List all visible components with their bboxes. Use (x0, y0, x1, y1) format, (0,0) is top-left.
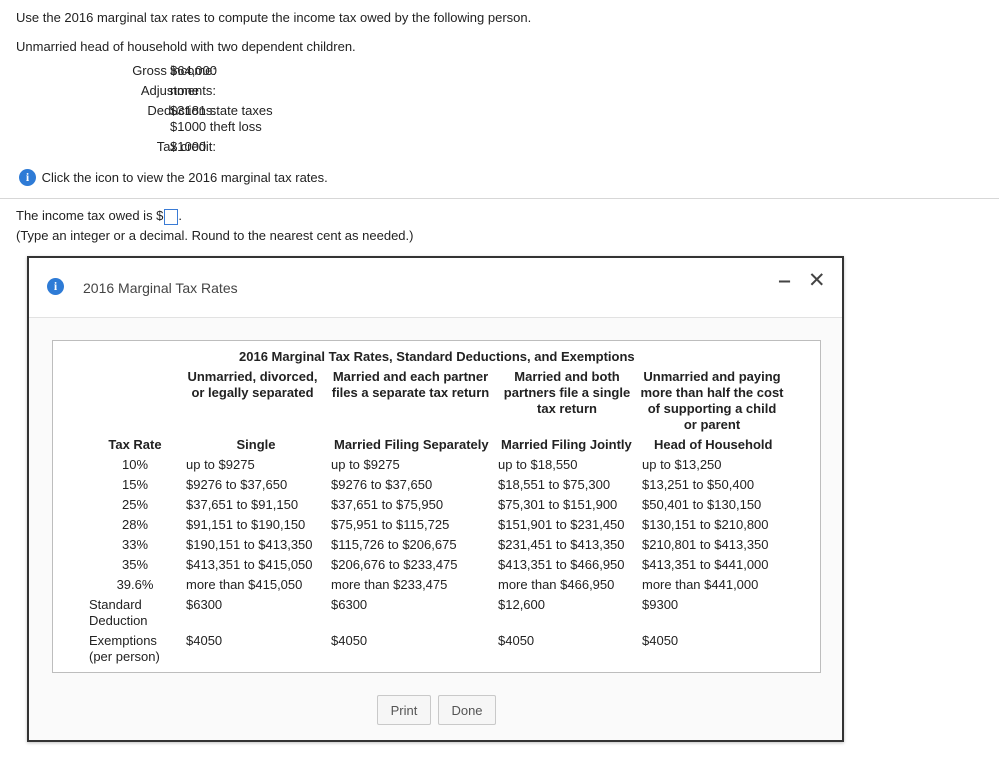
joint-cell: $75,301 to $151,900 (498, 497, 618, 512)
joint-cell: $151,901 to $231,450 (498, 517, 625, 532)
group-header-joint-1: Married and both (514, 369, 620, 384)
hoh-cell: up to $13,250 (642, 457, 722, 472)
single-cell: $9276 to $37,650 (186, 477, 288, 492)
rate-cell: 39.6% (116, 577, 154, 592)
col-header-single: Single (236, 437, 276, 452)
single-cell: $190,151 to $413,350 (186, 537, 313, 552)
hoh-cell: $413,351 to $441,000 (642, 557, 769, 572)
answer-prefix: The income tax owed is $ (16, 208, 164, 223)
hoh-cell: $13,251 to $50,400 (642, 477, 755, 492)
separate-cell: $115,726 to $206,675 (331, 537, 457, 552)
group-header-joint-3: tax return (537, 401, 597, 416)
tax-rates-table: 2016 Marginal Tax Rates, Standard Deduct… (52, 340, 821, 673)
group-header-hoh-1: Unmarried and paying (643, 369, 781, 384)
answer-hint: (Type an integer or a decimal. Round to … (16, 228, 414, 243)
separate-cell: $6300 (331, 597, 368, 612)
answer-suffix: . (178, 208, 183, 223)
group-header-single-1: Unmarried, divorced, (187, 369, 318, 384)
single-cell: $91,151 to $190,150 (186, 517, 306, 532)
hoh-cell: more than $441,000 (642, 577, 759, 592)
separate-cell: $4050 (331, 633, 368, 648)
hoh-cell: $50,401 to $130,150 (642, 497, 762, 512)
group-header-hoh-4: or parent (683, 417, 741, 432)
hoh-cell: $9300 (642, 597, 679, 612)
single-cell: up to $9275 (186, 457, 255, 472)
separate-cell: up to $9275 (331, 457, 400, 472)
joint-cell: $12,600 (498, 597, 545, 612)
joint-cell: $413,351 to $466,950 (498, 557, 625, 572)
deductions-value-1: $3181 state taxes (170, 103, 273, 118)
minimize-icon[interactable]: ‒ (779, 270, 790, 293)
hoh-cell: $130,151 to $210,800 (642, 517, 769, 532)
rate-cell: 35% (121, 557, 149, 572)
dialog-title: 2016 Marginal Tax Rates (83, 280, 238, 296)
col-header-tax-rate: Tax Rate (108, 437, 162, 452)
rate-cell: 33% (121, 537, 149, 552)
group-header-single-2: or legally separated (191, 385, 314, 400)
col-header-hoh: Head of Household (654, 437, 773, 452)
table-title: 2016 Marginal Tax Rates, Standard Deduct… (239, 349, 635, 364)
col-header-joint: Married Filing Jointly (501, 437, 632, 452)
joint-cell: up to $18,550 (498, 457, 578, 472)
person-description: Unmarried head of household with two dep… (16, 39, 356, 54)
group-header-joint-2: partners file a single (503, 385, 631, 400)
separate-cell: more than $233,475 (331, 577, 448, 592)
col-header-separate: Married Filing Separately (334, 437, 489, 452)
answer-input[interactable] (164, 208, 179, 225)
joint-cell: more than $466,950 (498, 577, 615, 592)
rate-cell: 10% (121, 457, 149, 472)
info-icon[interactable]: i (19, 169, 36, 186)
separate-cell: $9276 to $37,650 (331, 477, 433, 492)
single-cell: $4050 (186, 633, 223, 648)
separate-cell: $75,951 to $115,725 (331, 517, 450, 532)
group-header-separate-2: files a separate tax return (331, 385, 490, 400)
tax-credit-value: $1000 (170, 139, 207, 154)
dialog-header: i 2016 Marginal Tax Rates ‒ ✕ (29, 258, 842, 318)
dialog-body: 2016 Marginal Tax Rates, Standard Deduct… (29, 318, 842, 740)
hoh-cell: $210,801 to $413,350 (642, 537, 769, 552)
print-button[interactable]: Print (377, 695, 431, 725)
hoh-cell: $4050 (642, 633, 679, 648)
standard-deduction-label-1: Standard (89, 597, 142, 612)
question-prompt: Use the 2016 marginal tax rates to compu… (16, 10, 532, 25)
single-cell: $413,351 to $415,050 (186, 557, 313, 572)
single-cell: $37,651 to $91,150 (186, 497, 299, 512)
gross-income-value: $64,000 (170, 63, 217, 78)
separate-cell: $206,676 to $233,475 (331, 557, 458, 572)
done-button[interactable]: Done (438, 695, 496, 725)
adjustments-value: none (170, 83, 199, 98)
group-header-separate-1: Married and each partner (332, 369, 489, 384)
joint-cell: $18,551 to $75,300 (498, 477, 611, 492)
answer-line: The income tax owed is $. (16, 208, 182, 225)
group-header-hoh-3: of supporting a child (647, 401, 777, 416)
exemptions-label-2: (per person) (89, 649, 160, 664)
section-divider (0, 198, 999, 199)
joint-cell: $231,451 to $413,350 (498, 537, 625, 552)
info-link-text[interactable]: Click the icon to view the 2016 marginal… (42, 170, 328, 185)
standard-deduction-label-2: Deduction (89, 613, 148, 628)
rate-cell: 25% (121, 497, 149, 512)
rate-cell: 15% (121, 477, 149, 492)
joint-cell: $4050 (498, 633, 535, 648)
group-header-hoh-2: more than half the cost (640, 385, 784, 400)
close-icon[interactable]: ✕ (808, 268, 826, 293)
info-row: i Click the icon to view the 2016 margin… (19, 169, 328, 186)
exemptions-label-1: Exemptions (89, 633, 157, 648)
rate-cell: 28% (121, 517, 149, 532)
tax-rates-dialog: i 2016 Marginal Tax Rates ‒ ✕ 2016 Margi… (27, 256, 844, 742)
single-cell: more than $415,050 (186, 577, 303, 592)
dialog-info-icon: i (47, 278, 64, 295)
deductions-value-2: $1000 theft loss (170, 119, 262, 134)
separate-cell: $37,651 to $75,950 (331, 497, 444, 512)
single-cell: $6300 (186, 597, 223, 612)
